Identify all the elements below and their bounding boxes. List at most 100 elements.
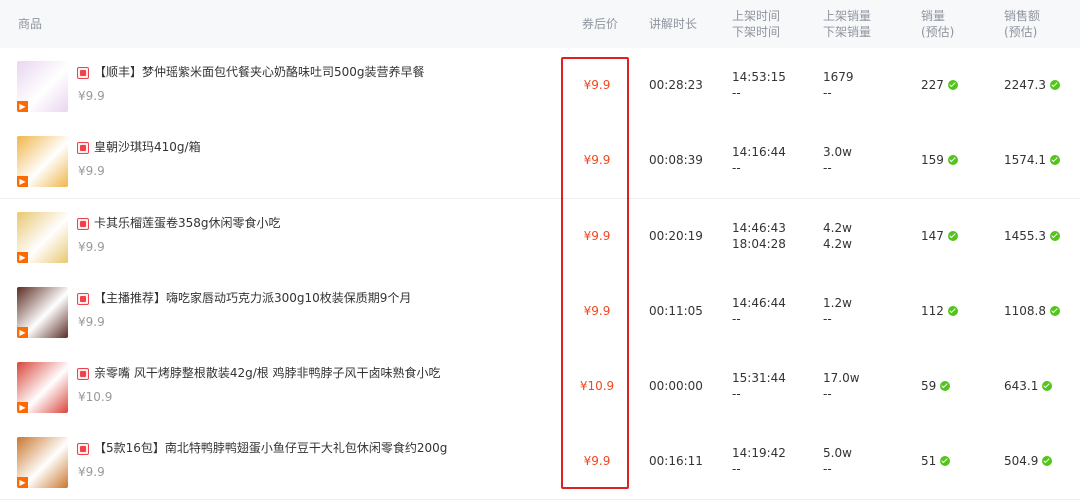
product-title[interactable]: 卡其乐榴莲蛋卷358g休闲零食小吃 xyxy=(94,214,281,232)
table-row[interactable]: ▶ 亲零嘴 风干烤脖整根散装42g/根 鸡脖非鸭脖子风干卤味熟食小吃 ¥10.9… xyxy=(0,349,1080,425)
product-title[interactable]: 【5款16包】南北特鸭脖鸭翅蛋小鱼仔豆干大礼包休闲零食约200g xyxy=(94,439,447,457)
check-icon xyxy=(940,381,951,391)
sales-value: 159 xyxy=(921,153,944,167)
table-row[interactable]: ▶ 皇朝沙琪玛410g/箱 ¥9.9 ¥9.9 00:08:39 14:16:4… xyxy=(0,123,1080,199)
listed-time: 14:53:15 xyxy=(732,70,786,84)
delisted-sales: -- xyxy=(823,387,832,401)
check-icon xyxy=(947,306,958,316)
delisted-sales: -- xyxy=(823,312,832,326)
header-delisted-time: 下架时间 xyxy=(732,25,781,39)
revenue-cell: 1574.1 xyxy=(1004,152,1060,168)
revenue-value: 504.9 xyxy=(1004,454,1039,468)
header-listed-time: 上架时间 xyxy=(732,9,781,23)
listed-sales: 4.2w xyxy=(823,221,852,235)
shop-icon xyxy=(77,142,89,154)
sales-window-cell: 5.0w -- xyxy=(823,445,852,477)
coupon-price: ¥9.9 xyxy=(583,454,611,468)
product-title[interactable]: 皇朝沙琪玛410g/箱 xyxy=(94,138,201,156)
check-icon xyxy=(1050,231,1060,241)
header-sales-est: (预估) xyxy=(921,25,955,39)
coupon-price: ¥10.9 xyxy=(579,379,615,393)
listed-time: 15:31:44 xyxy=(732,371,786,385)
product-price: ¥9.9 xyxy=(78,240,105,254)
header-time[interactable]: 上架时间 下架时间 xyxy=(732,8,780,40)
product-price: ¥9.9 xyxy=(78,465,105,479)
duration: 00:20:19 xyxy=(649,229,703,243)
check-icon xyxy=(940,456,951,466)
table-row[interactable]: ▶ 卡其乐榴莲蛋卷358g休闲零食小吃 ¥9.9 ¥9.9 00:20:19 1… xyxy=(0,199,1080,275)
check-icon xyxy=(947,80,958,90)
sales-window-cell: 1679 -- xyxy=(823,69,854,101)
revenue-value: 1574.1 xyxy=(1004,153,1046,167)
check-icon xyxy=(1050,306,1060,316)
check-icon xyxy=(947,155,958,165)
live-icon: ▶ xyxy=(17,252,28,263)
listed-time: 14:19:42 xyxy=(732,446,786,460)
live-icon: ▶ xyxy=(17,477,28,488)
duration: 00:16:11 xyxy=(649,454,703,468)
product-thumbnail[interactable]: ▶ xyxy=(17,212,68,263)
time-cell: 14:46:44 -- xyxy=(732,295,786,327)
product-price: ¥9.9 xyxy=(78,164,105,178)
delisted-time: 18:04:28 xyxy=(732,237,786,251)
product-thumbnail[interactable]: ▶ xyxy=(17,136,68,187)
duration: 00:11:05 xyxy=(649,304,703,318)
product-thumbnail[interactable]: ▶ xyxy=(17,61,68,112)
product-thumbnail[interactable]: ▶ xyxy=(17,437,68,488)
coupon-price: ¥9.9 xyxy=(583,78,611,92)
delisted-sales: -- xyxy=(823,86,832,100)
product-price: ¥9.9 xyxy=(78,315,105,329)
header-listed-sales: 上架销量 xyxy=(823,9,872,23)
header-sales-label: 销量 xyxy=(921,9,946,23)
delisted-time: -- xyxy=(732,161,741,175)
header-duration[interactable]: 讲解时长 xyxy=(649,16,697,32)
table-row[interactable]: ▶ 【主播推荐】嗨吃家唇动巧克力派300g10枚装保质期9个月 ¥9.9 ¥9.… xyxy=(0,274,1080,350)
product-title[interactable]: 亲零嘴 风干烤脖整根散装42g/根 鸡脖非鸭脖子风干卤味熟食小吃 xyxy=(94,364,441,382)
sales-value: 51 xyxy=(921,454,937,468)
table-row[interactable]: ▶ 【5款16包】南北特鸭脖鸭翅蛋小鱼仔豆干大礼包休闲零食约200g ¥9.9 … xyxy=(0,424,1080,500)
shop-icon xyxy=(77,67,89,79)
revenue-value: 643.1 xyxy=(1004,379,1039,393)
product-title[interactable]: 【顺丰】梦仲瑶紫米面包代餐夹心奶酪味吐司500g装营养早餐 xyxy=(94,63,425,81)
product-thumbnail[interactable]: ▶ xyxy=(17,362,68,413)
product-thumbnail[interactable]: ▶ xyxy=(17,287,68,338)
sales-cell: 147 xyxy=(921,228,958,244)
check-icon xyxy=(1042,456,1053,466)
revenue-cell: 643.1 xyxy=(1004,378,1053,394)
revenue-cell: 1108.8 xyxy=(1004,303,1060,319)
listed-sales: 1679 xyxy=(823,70,854,84)
revenue-value: 2247.3 xyxy=(1004,78,1046,92)
header-revenue-label: 销售额 xyxy=(1004,9,1041,23)
header-sales-window[interactable]: 上架销量 下架销量 xyxy=(823,8,871,40)
header-revenue-est: (预估) xyxy=(1004,25,1038,39)
listed-sales: 3.0w xyxy=(823,145,852,159)
product-price: ¥9.9 xyxy=(78,89,105,103)
delisted-sales: 4.2w xyxy=(823,237,852,251)
coupon-price: ¥9.9 xyxy=(583,153,611,167)
coupon-price: ¥9.9 xyxy=(583,229,611,243)
header-revenue[interactable]: 销售额 (预估) xyxy=(1004,8,1040,40)
shop-icon xyxy=(77,368,89,380)
duration: 00:00:00 xyxy=(649,379,703,393)
listed-time: 14:16:44 xyxy=(732,145,786,159)
product-price: ¥10.9 xyxy=(78,390,113,404)
table-row[interactable]: ▶ 【顺丰】梦仲瑶紫米面包代餐夹心奶酪味吐司500g装营养早餐 ¥9.9 ¥9.… xyxy=(0,48,1080,124)
delisted-sales: -- xyxy=(823,462,832,476)
header-delisted-sales: 下架销量 xyxy=(823,25,872,39)
sales-cell: 59 xyxy=(921,378,951,394)
check-icon xyxy=(1050,80,1060,90)
sales-window-cell: 3.0w -- xyxy=(823,144,852,176)
delisted-time: -- xyxy=(732,312,741,326)
product-title[interactable]: 【主播推荐】嗨吃家唇动巧克力派300g10枚装保质期9个月 xyxy=(94,289,411,307)
live-icon: ▶ xyxy=(17,402,28,413)
live-icon: ▶ xyxy=(17,101,28,112)
revenue-value: 1108.8 xyxy=(1004,304,1046,318)
header-sales[interactable]: 销量 (预估) xyxy=(921,8,954,40)
check-icon xyxy=(1042,381,1053,391)
sales-value: 147 xyxy=(921,229,944,243)
header-coupon-price[interactable]: 券后价 xyxy=(582,16,618,32)
delisted-time: -- xyxy=(732,387,741,401)
shop-icon xyxy=(77,293,89,305)
revenue-cell: 1455.3 xyxy=(1004,228,1060,244)
sales-cell: 51 xyxy=(921,453,951,469)
